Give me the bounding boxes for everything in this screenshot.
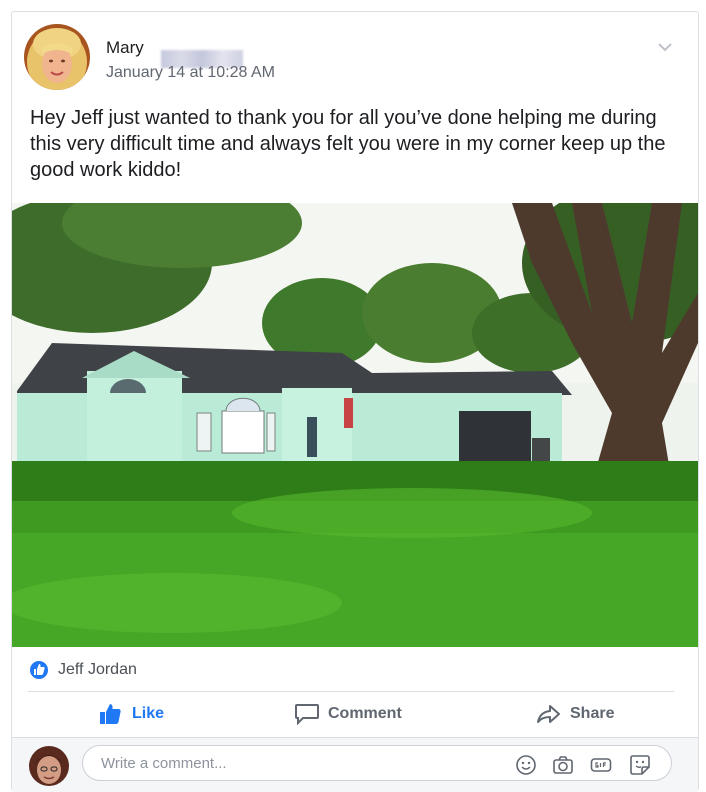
- speech-bubble-icon: [295, 704, 319, 725]
- share-button[interactable]: Share: [536, 700, 614, 728]
- comment-placeholder: Write a comment...: [101, 755, 227, 772]
- comment-input[interactable]: Write a comment...: [82, 745, 672, 781]
- author-avatar[interactable]: [24, 24, 90, 90]
- emoji-icon[interactable]: [515, 754, 537, 776]
- divider: [28, 691, 674, 692]
- camera-icon[interactable]: [552, 754, 574, 776]
- comment-button[interactable]: Comment: [294, 700, 402, 728]
- gif-icon[interactable]: [590, 754, 612, 776]
- post-card: Mary January 14 at 10:28 AM Hey Jeff jus…: [11, 11, 699, 792]
- post-photo[interactable]: [12, 203, 698, 647]
- comment-composer: Write a comment...: [12, 738, 698, 792]
- viewer-avatar[interactable]: [29, 746, 69, 786]
- post-header: Mary January 14 at 10:28 AM: [24, 24, 684, 94]
- share-arrow-icon: [537, 705, 560, 723]
- thumbs-up-icon: [28, 659, 50, 681]
- thumbs-up-icon: [100, 704, 121, 724]
- chevron-down-icon[interactable]: [656, 38, 674, 56]
- action-bar: Like Comment Share: [28, 694, 674, 734]
- reaction-names[interactable]: Jeff Jordan: [58, 661, 137, 679]
- comment-label: Comment: [328, 705, 402, 722]
- like-button[interactable]: Like: [98, 700, 164, 728]
- like-label: Like: [132, 705, 165, 722]
- author-name[interactable]: Mary: [106, 38, 144, 58]
- share-label: Share: [570, 705, 615, 722]
- post-timestamp[interactable]: January 14 at 10:28 AM: [106, 64, 275, 82]
- sticker-icon[interactable]: [629, 754, 651, 776]
- post-text: Hey Jeff just wanted to thank you for al…: [30, 107, 666, 181]
